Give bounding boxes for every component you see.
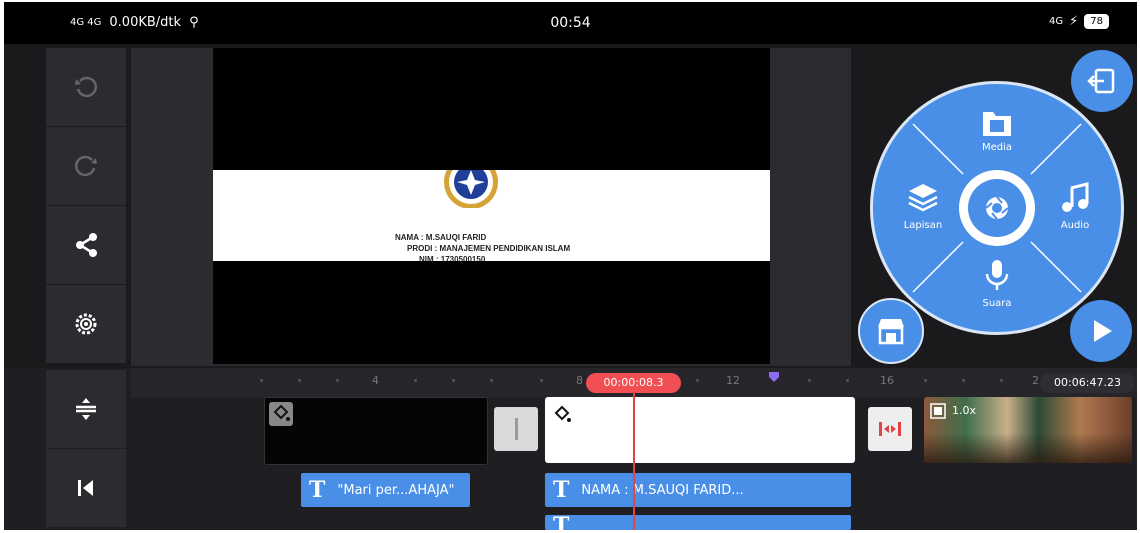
ruler-dot — [452, 379, 455, 382]
record-inner — [968, 179, 1026, 237]
play-button[interactable] — [1070, 300, 1132, 362]
speed-badge: 1.0x — [952, 404, 977, 417]
skip-to-start-button[interactable] — [46, 449, 126, 527]
text-layer-clip[interactable]: T NAMA : M.SAUQI FARID... — [545, 473, 851, 507]
media-icon — [983, 112, 1011, 136]
ruler-tick: 4 — [372, 374, 379, 387]
media-wheel-menu: Media Lapisan Audio Suara — [870, 81, 1124, 335]
clock: 00:54 — [550, 15, 591, 31]
text-layer-icon: T — [553, 477, 570, 503]
undo-icon — [75, 76, 98, 98]
ruler-dot — [540, 379, 543, 382]
ruler-dot — [924, 379, 927, 382]
redo-button[interactable] — [46, 127, 126, 205]
text-layer-clip[interactable]: T "Mari per...AHAJA" — [301, 473, 470, 507]
voice-button[interactable]: Suara — [967, 258, 1027, 314]
asset-store-button[interactable] — [858, 298, 924, 364]
text-layer-label: NAMA : M.SAUQI FARID... — [581, 482, 744, 498]
camera-icon — [985, 196, 1009, 220]
nim-line: NIM : 1730500150 — [419, 255, 486, 261]
adjust-icon — [76, 398, 96, 420]
share-button[interactable] — [46, 206, 126, 284]
audio-button[interactable]: Audio — [1045, 180, 1105, 236]
ruler-tick: 12 — [726, 374, 740, 387]
network-indicator-right: 4G — [1049, 16, 1064, 27]
audio-icon — [1062, 182, 1089, 212]
fill-icon — [269, 402, 293, 426]
university-logo — [444, 170, 498, 208]
share-icon — [76, 233, 97, 257]
audio-label: Audio — [1060, 220, 1090, 231]
skip-start-icon — [78, 480, 93, 496]
text-layer-icon: T — [309, 477, 326, 503]
ruler-dot — [962, 379, 965, 382]
expand-timeline-button[interactable] — [46, 370, 126, 448]
media-label: Media — [981, 142, 1013, 153]
ruler-dot — [808, 379, 811, 382]
status-bar: 4G 4G 0.00KB/dtk ⚲ 00:54 4G ⚡ 78 — [4, 2, 1137, 44]
layer-label: Lapisan — [903, 220, 943, 231]
media-button[interactable]: Media — [967, 106, 1027, 158]
marker-icon[interactable] — [768, 371, 780, 383]
ruler-dot — [490, 379, 493, 382]
battery-level: 78 — [1084, 14, 1109, 29]
ruler-dot — [336, 379, 339, 382]
record-button[interactable] — [959, 170, 1035, 246]
transition-button[interactable] — [494, 407, 538, 451]
ruler-tick: 8 — [576, 374, 583, 387]
video-clip-white[interactable] — [545, 397, 855, 463]
preview-slide: NAMA : M.SAUQI FARID PRODI : MANAJEMEN P… — [213, 170, 770, 261]
timeline-toolbar — [46, 370, 126, 528]
transition-empty-icon — [514, 418, 518, 440]
video-preview[interactable]: NAMA : M.SAUQI FARID PRODI : MANAJEMEN P… — [213, 48, 770, 364]
film-icon — [930, 403, 946, 419]
ruler-dot — [1000, 379, 1003, 382]
settings-button[interactable] — [46, 285, 126, 363]
voice-label: Suara — [982, 298, 1012, 309]
name-line: NAMA : M.SAUQI FARID — [395, 233, 487, 242]
current-time: 00:00:08.3 — [586, 373, 681, 393]
text-layer-label: "Mari per...AHAJA" — [337, 482, 455, 498]
kinemaster-editor: 4G 4G 0.00KB/dtk ⚲ 00:54 4G ⚡ 78 NAMA: … — [4, 2, 1137, 530]
clip-people — [924, 433, 1132, 463]
transition-button-active[interactable] — [868, 407, 912, 451]
ruler-dot — [846, 379, 849, 382]
fill-icon — [554, 405, 571, 422]
text-layer-icon: T — [553, 515, 570, 530]
transition-icon — [879, 422, 901, 436]
status-right: 4G ⚡ 78 — [1049, 14, 1109, 29]
ruler-tick: 2 — [1032, 374, 1039, 387]
playhead[interactable] — [633, 392, 635, 530]
ruler-tick: 16 — [880, 374, 894, 387]
left-toolbar — [46, 48, 126, 364]
video-clip-photo[interactable]: 1.0x — [924, 397, 1132, 463]
ruler-dot — [696, 379, 699, 382]
redo-icon — [74, 155, 97, 177]
ruler-dot — [260, 379, 263, 382]
mic-icon — [985, 260, 1009, 290]
ruler-dot — [414, 379, 417, 382]
text-layer-clip-partial[interactable]: T — [545, 515, 851, 530]
settings-icon — [75, 313, 97, 335]
video-clip-black[interactable] — [264, 397, 488, 465]
prodi-line: PRODI : MANAJEMEN PENDIDIKAN ISLAM — [407, 244, 571, 253]
total-duration: 00:06:47.23 — [1040, 373, 1135, 393]
charging-icon: ⚡ — [1069, 14, 1079, 29]
layer-icon — [908, 184, 938, 212]
layer-button[interactable]: Lapisan — [893, 180, 953, 236]
ruler-dot — [298, 379, 301, 382]
play-icon — [1094, 320, 1112, 342]
undo-button[interactable] — [46, 48, 126, 126]
store-icon — [878, 319, 904, 345]
